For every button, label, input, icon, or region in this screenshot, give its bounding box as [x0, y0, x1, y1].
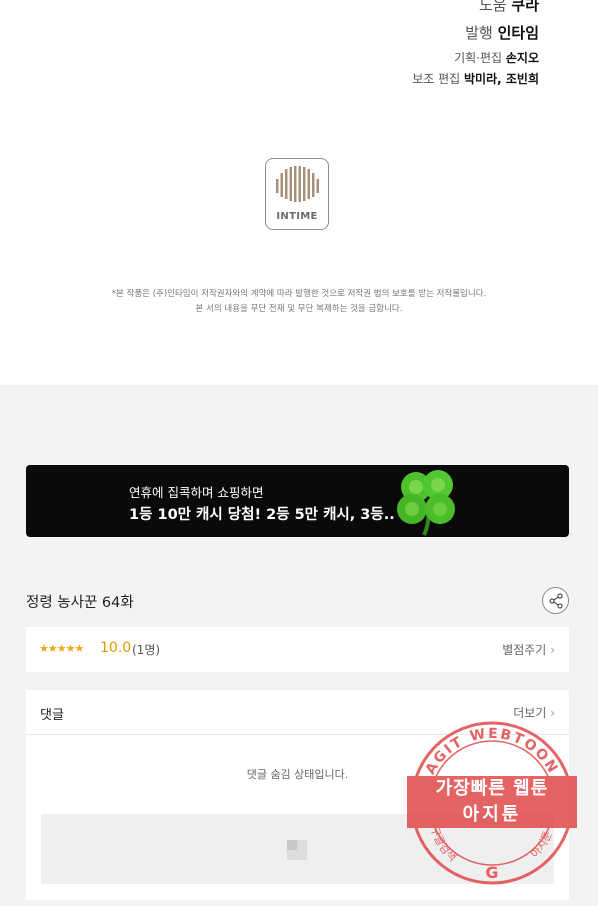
- reproduction-notice: 본 서의 내용을 무단 전재 및 무단 복제하는 것을 금합니다.: [195, 304, 403, 314]
- share-icon: [549, 593, 563, 609]
- rate-button-label: 별점주기: [502, 643, 547, 657]
- credit-assistant-editor: 보조 편집 박미라, 조빈희: [412, 72, 539, 86]
- rating-count: (1명): [132, 643, 161, 657]
- credit-publisher: 발행 인타임: [465, 24, 539, 42]
- banner-line1: 연휴에 집콕하며 쇼핑하면: [129, 485, 264, 500]
- episode-title: 정령 농사꾼 64화: [26, 595, 134, 611]
- svg-text:AGIT WEBTOON: AGIT WEBTOON: [423, 726, 562, 777]
- rating-score: 10.0: [100, 640, 132, 656]
- rating-stars: ★★★★★: [39, 642, 84, 655]
- chevron-right-icon: ›: [550, 643, 555, 657]
- comments-title: 댓글: [40, 708, 64, 723]
- publisher-logo: INTIME: [265, 158, 329, 230]
- copyright-notice: *본 작품은 (주)인타임이 저작권자와의 계약에 따라 발행한 것으로 저작권…: [111, 289, 487, 299]
- clover-icon: [397, 470, 455, 536]
- credit-help: 도움 쿠라: [479, 0, 539, 14]
- watermark-line1: 가장빠른 웹툰: [435, 778, 549, 799]
- banner-line2: 1등 10만 캐시 당첨! 2등 5만 캐시, 3등..: [129, 507, 395, 523]
- watermark-ring-top: AGIT WEBTOON: [423, 726, 560, 777]
- credits-page: 도움 쿠라 발행 인타임 기획·편집 손지오 보조 편집 박미라, 조빈희 IN…: [0, 0, 598, 385]
- watermark-line2: 아지툰: [462, 804, 522, 825]
- placeholder-image-icon: [287, 840, 307, 860]
- share-button[interactable]: [542, 587, 569, 614]
- site-watermark: AGIT WEBTOON 구글검색 아지툰 G 가장빠른 웹툰 아지툰: [407, 718, 577, 888]
- google-g-icon: G: [485, 863, 498, 882]
- rating-card: ★★★★★ 10.0 (1명) 별점주기 ›: [26, 627, 569, 672]
- promo-banner[interactable]: 연휴에 집콕하며 쇼핑하면 1등 10만 캐시 당첨! 2등 5만 캐시, 3등…: [26, 465, 569, 537]
- credit-planning: 기획·편집 손지오: [454, 51, 539, 65]
- rate-button[interactable]: 별점주기 ›: [502, 641, 555, 658]
- intime-logo-icon: [276, 166, 319, 202]
- logo-wordmark: INTIME: [276, 211, 318, 222]
